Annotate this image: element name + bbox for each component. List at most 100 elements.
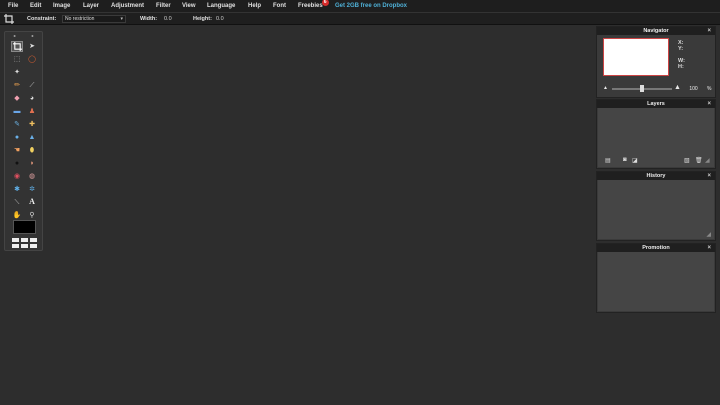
clone-stamp-icon[interactable]: ♟ bbox=[26, 106, 38, 117]
navigator-title: Navigator × bbox=[597, 27, 715, 35]
collapse-right-icon[interactable]: ▸ bbox=[32, 33, 34, 38]
layers-panel: Layers × ▤ ◙ ◪ ▧ 🗑 ◢ bbox=[596, 99, 716, 169]
menu-edit[interactable]: Edit bbox=[30, 3, 41, 9]
close-icon[interactable]: × bbox=[707, 27, 711, 35]
dodge-tool-icon[interactable]: ◗ bbox=[26, 158, 38, 169]
menu-filter[interactable]: Filter bbox=[156, 3, 171, 9]
crop-icon bbox=[4, 14, 14, 26]
toolbox-header: ◂ ▸ bbox=[5, 32, 42, 39]
layers-title-text: Layers bbox=[647, 101, 665, 107]
smudge-tool-icon[interactable]: ☚ bbox=[11, 145, 23, 156]
layer-style-icon[interactable]: ◪ bbox=[632, 157, 638, 164]
pinch-tool-icon[interactable]: ✲ bbox=[26, 184, 38, 195]
grid-cell bbox=[12, 244, 19, 248]
crop-tool-icon[interactable] bbox=[11, 41, 23, 52]
collapse-left-icon[interactable]: ◂ bbox=[13, 33, 15, 38]
zoom-percent-label: % bbox=[707, 86, 712, 92]
brush-tool-icon[interactable]: ⟋ bbox=[26, 80, 38, 91]
zoom-row: ▲ ▲ 100 % bbox=[603, 84, 713, 93]
menu-view[interactable]: View bbox=[182, 3, 196, 9]
trash-icon[interactable]: 🗑 bbox=[695, 157, 703, 164]
menu-help[interactable]: Help bbox=[248, 3, 261, 9]
close-icon[interactable]: × bbox=[707, 244, 711, 252]
close-icon[interactable]: × bbox=[707, 100, 711, 108]
toolbox: ◂ ▸ ➤ ⬚ ◯ ✦ ✏ ⟋ ◆ ◕ ▬ ♟ ✎ ✚ ● ▲ ☚ ⬮ ● ◗ … bbox=[4, 31, 43, 251]
layers-title: Layers × bbox=[597, 100, 715, 108]
navigator-coords: X: Y: W: H: bbox=[678, 40, 685, 70]
promotion-panel: Promotion × bbox=[596, 243, 716, 313]
layer-settings-icon[interactable]: ▤ bbox=[605, 157, 611, 164]
zoom-out-icon[interactable]: ▲ bbox=[603, 85, 608, 91]
promotion-title: Promotion × bbox=[597, 244, 715, 252]
pencil-tool-icon[interactable]: ✏ bbox=[11, 80, 23, 91]
move-tool-icon[interactable]: ➤ bbox=[26, 41, 38, 52]
height-label: Height: bbox=[193, 15, 212, 22]
menu-freebies[interactable]: Freebies 6 bbox=[298, 0, 329, 9]
menu-freebies-label: Freebies bbox=[298, 3, 323, 9]
bandage-icon[interactable]: ✚ bbox=[26, 119, 38, 130]
sharpen-tool-icon[interactable]: ▲ bbox=[26, 132, 38, 143]
layer-mask-icon[interactable]: ◙ bbox=[623, 157, 627, 163]
height-field[interactable]: 0.0 bbox=[216, 16, 224, 22]
red-eye-icon[interactable]: ◉ bbox=[11, 171, 23, 182]
menu-adjustment[interactable]: Adjustment bbox=[111, 3, 144, 9]
promotion-title-text: Promotion bbox=[642, 245, 670, 251]
width-label: Width: bbox=[140, 15, 158, 22]
options-bar: Constraint: No restriction ▾ Width: 0.0 … bbox=[0, 12, 720, 25]
text-tool-icon[interactable]: A bbox=[26, 196, 38, 207]
navigator-panel: Navigator × X: Y: W: H: ▲ ▲ 100 % bbox=[596, 26, 716, 98]
history-list: ◢ bbox=[598, 180, 714, 239]
eraser-tool-icon[interactable]: ◆ bbox=[11, 93, 23, 104]
color-replace-icon[interactable]: ✎ bbox=[11, 119, 23, 130]
constraint-select[interactable]: No restriction ▾ bbox=[62, 15, 126, 23]
navigator-title-text: Navigator bbox=[643, 28, 669, 34]
menu-image[interactable]: Image bbox=[53, 3, 70, 9]
bloat-tool-icon[interactable]: ✱ bbox=[11, 184, 23, 195]
blur-tool-icon[interactable]: ● bbox=[11, 132, 23, 143]
zoom-input[interactable]: 100 bbox=[685, 85, 702, 93]
menu-bar: File Edit Image Layer Adjustment Filter … bbox=[0, 0, 720, 12]
navigator-preview[interactable] bbox=[603, 38, 669, 76]
grid-cell bbox=[21, 238, 28, 242]
chevron-down-icon: ▾ bbox=[120, 16, 123, 22]
dropbox-promo-link[interactable]: Get 2GB free on Dropbox bbox=[335, 3, 407, 9]
sponge-tool-icon[interactable]: ⬮ bbox=[26, 145, 38, 156]
lasso-tool-icon[interactable]: ◯ bbox=[26, 54, 38, 65]
resize-grip-icon[interactable]: ◢ bbox=[705, 157, 710, 164]
h-label: H: bbox=[678, 64, 684, 70]
fill-bucket-icon[interactable]: ◕ bbox=[26, 93, 38, 104]
new-layer-icon[interactable]: ▧ bbox=[684, 157, 690, 164]
spot-heal-icon[interactable]: ◍ bbox=[26, 171, 38, 182]
history-panel: History × ◢ bbox=[596, 171, 716, 241]
history-title: History × bbox=[597, 172, 715, 180]
zoom-slider-thumb[interactable] bbox=[640, 85, 644, 92]
grid-cell bbox=[30, 244, 37, 248]
menu-layer[interactable]: Layer bbox=[83, 3, 99, 9]
picker-tool-icon[interactable]: ⟍ bbox=[11, 197, 23, 208]
grid-cell bbox=[12, 238, 19, 242]
menu-file[interactable]: File bbox=[8, 3, 18, 9]
close-icon[interactable]: × bbox=[707, 172, 711, 180]
navigator-body: X: Y: W: H: ▲ ▲ 100 % bbox=[598, 35, 714, 96]
freebies-badge: 6 bbox=[321, 0, 329, 6]
layers-toolbar: ▤ ◙ ◪ ▧ 🗑 ◢ bbox=[602, 157, 714, 165]
marquee-tool-icon[interactable]: ⬚ bbox=[11, 54, 23, 65]
constraint-label: Constraint: bbox=[27, 15, 57, 22]
constraint-value: No restriction bbox=[65, 16, 95, 22]
burn-tool-icon[interactable]: ● bbox=[11, 158, 23, 169]
grid-cell bbox=[21, 244, 28, 248]
resize-grip-icon[interactable]: ◢ bbox=[706, 231, 711, 238]
menu-font[interactable]: Font bbox=[273, 3, 286, 9]
promotion-body bbox=[598, 252, 714, 311]
grid-cell bbox=[30, 238, 37, 242]
layers-list: ▤ ◙ ◪ ▧ 🗑 ◢ bbox=[598, 108, 714, 167]
menu-language[interactable]: Language bbox=[207, 3, 235, 9]
primary-color-swatch[interactable] bbox=[13, 220, 36, 234]
gradient-tool-icon[interactable]: ▬ bbox=[11, 106, 23, 117]
magic-wand-icon[interactable]: ✦ bbox=[11, 67, 23, 78]
zoom-in-icon[interactable]: ▲ bbox=[674, 84, 681, 91]
width-field[interactable]: 0.0 bbox=[164, 16, 172, 22]
zoom-slider[interactable] bbox=[612, 85, 672, 92]
history-title-text: History bbox=[646, 173, 666, 179]
grid-view-icon[interactable] bbox=[12, 238, 37, 249]
